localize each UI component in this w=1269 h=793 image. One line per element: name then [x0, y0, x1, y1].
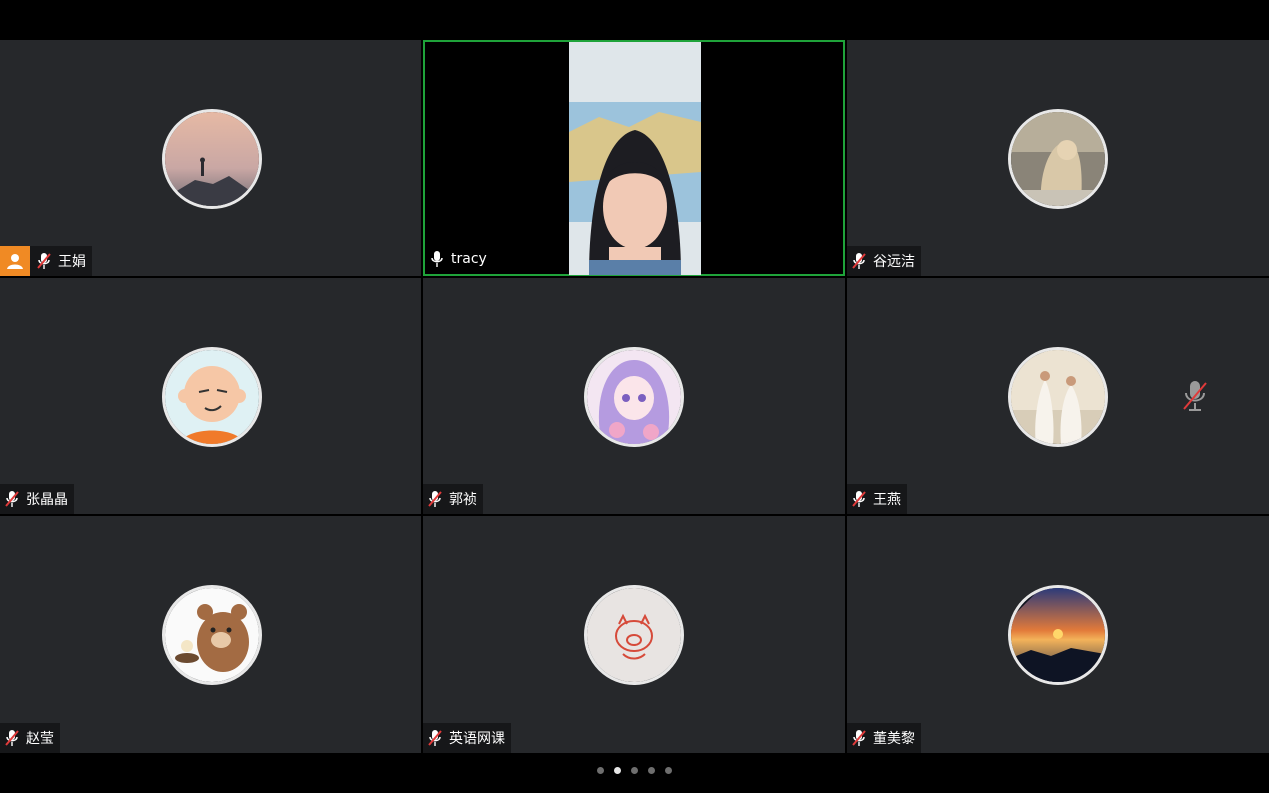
participant-tile[interactable]: 王燕 — [847, 278, 1269, 514]
mic-muted-icon — [428, 491, 442, 507]
participant-tile[interactable]: 董美黎 — [847, 516, 1269, 753]
name-tag: 王燕 — [847, 484, 907, 514]
mic-muted-icon — [5, 730, 19, 746]
mic-muted-icon — [428, 730, 442, 746]
name-tag: 张晶晶 — [0, 484, 74, 514]
participant-tile[interactable]: 张晶晶 — [0, 278, 421, 514]
mic-muted-icon — [5, 491, 19, 507]
name-tag: 谷远洁 — [847, 246, 921, 276]
participant-name: 王燕 — [873, 492, 901, 508]
participant-tile[interactable]: 谷远洁 — [847, 40, 1269, 276]
participant-tile[interactable]: 英语网课 — [423, 516, 845, 753]
participant-name: 王娟 — [58, 254, 86, 270]
avatar — [1008, 347, 1108, 447]
mic-muted-icon — [852, 491, 866, 507]
avatar — [162, 585, 262, 685]
avatar — [162, 347, 262, 447]
name-tag: 英语网课 — [423, 723, 511, 753]
page-dot[interactable] — [665, 766, 672, 774]
participant-name: 英语网课 — [449, 731, 505, 747]
participant-name: 赵莹 — [26, 731, 54, 747]
participant-name: tracy — [451, 251, 487, 267]
video-feed — [569, 42, 701, 275]
name-tag: 王娟 — [0, 246, 92, 276]
mic-muted-icon — [37, 253, 51, 269]
participant-name: 董美黎 — [873, 731, 915, 747]
avatar — [584, 585, 684, 685]
mic-muted-icon — [852, 730, 866, 746]
mic-muted-icon — [852, 253, 866, 269]
name-tag: 董美黎 — [847, 723, 921, 753]
page-dot-current[interactable] — [614, 766, 621, 774]
mic-icon — [431, 251, 443, 267]
host-icon — [0, 246, 30, 276]
page-dot[interactable] — [597, 766, 604, 774]
name-tag: 赵莹 — [0, 723, 60, 753]
page-dot[interactable] — [648, 766, 655, 774]
mic-muted-icon — [1182, 379, 1208, 417]
participant-name: 谷远洁 — [873, 254, 915, 270]
page-indicator[interactable] — [0, 762, 1269, 778]
participant-tile[interactable]: 赵莹 — [0, 516, 421, 753]
avatar — [162, 109, 262, 209]
participant-tile[interactable]: 郭祯 — [423, 278, 845, 514]
page-dot[interactable] — [631, 766, 638, 774]
participant-tile[interactable]: 王娟 — [0, 40, 421, 276]
avatar — [1008, 109, 1108, 209]
avatar — [1008, 585, 1108, 685]
video-grid: 王娟 tracy 谷远洁 张晶晶 郭祯 王燕 赵莹 英语网课 董美黎 — [0, 40, 1269, 753]
participant-tile-active-speaker[interactable]: tracy — [423, 40, 845, 276]
name-tag: 郭祯 — [423, 484, 483, 514]
avatar — [584, 347, 684, 447]
participant-name: 张晶晶 — [26, 492, 68, 508]
participant-name: 郭祯 — [449, 492, 477, 508]
name-tag: tracy — [425, 244, 493, 274]
